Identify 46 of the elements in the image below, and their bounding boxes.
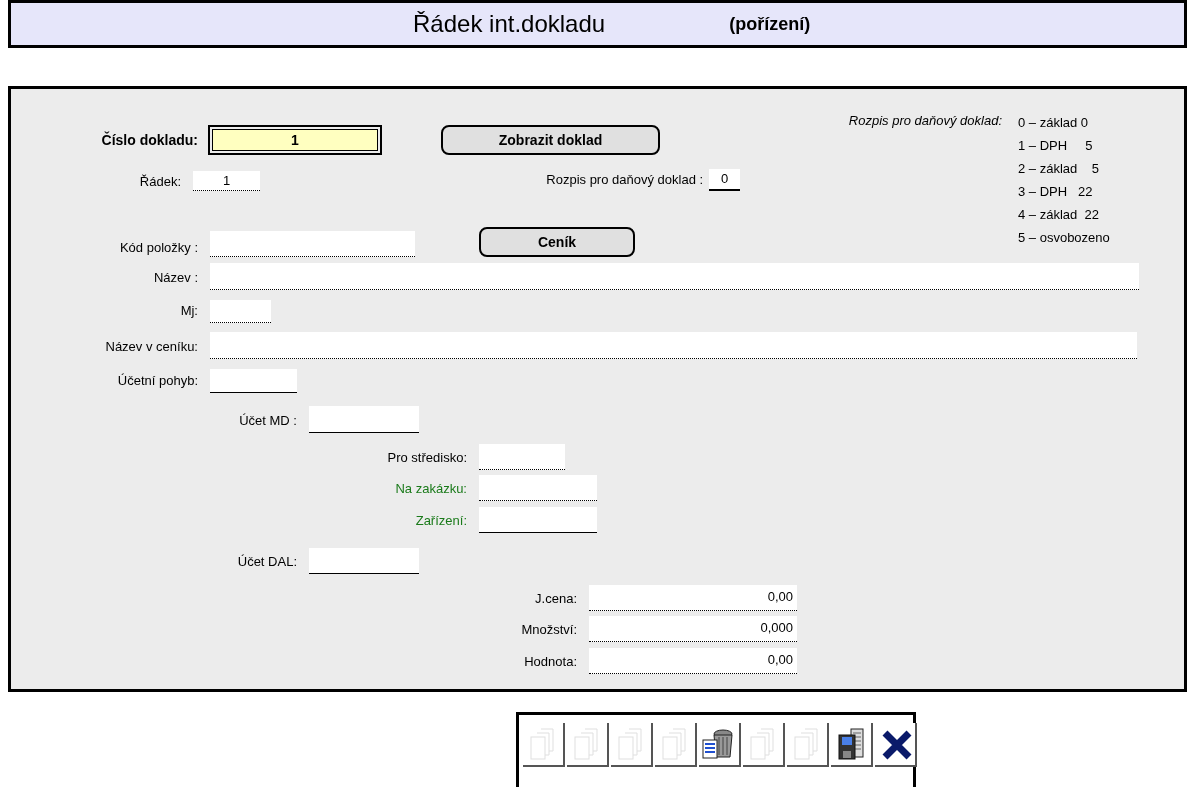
input-field[interactable] [309,406,419,433]
legend-item: 2 – základ 5 [1018,160,1100,178]
field-label: Číslo dokladu: [100,130,198,150]
input-field[interactable] [210,369,297,393]
toolbar-button[interactable] [831,723,873,767]
input-field[interactable]: 0,00 [589,585,797,611]
item-code-field[interactable] [210,231,415,257]
input-field[interactable]: 0,000 [589,616,797,642]
price-list-button[interactable]: Ceník [479,227,635,257]
field-label: Řádek: [138,172,181,191]
field-label: Rozpis pro daňový doklad : [546,170,704,189]
window-subtitle: (pořízení) [729,12,811,36]
show-document-button[interactable]: Zobrazit doklad [441,125,660,155]
field-label: Kód položky : [118,238,198,257]
input-field[interactable] [309,548,419,574]
field-label: Pro středisko: [386,448,467,467]
legend-item: 4 – základ 22 [1018,206,1100,224]
line-field[interactable]: 1 [193,171,261,191]
field-label: J.cena: [534,589,577,608]
field-label: Název v ceníku: [104,337,198,356]
input-field[interactable] [479,507,597,533]
field-label: Na zakázku: [394,479,467,498]
field-label: Hodnota: [523,652,577,671]
field-label: Účetní pohyb: [116,371,198,390]
document-number-field[interactable]: 1 [208,125,382,155]
input-field[interactable] [210,332,1137,359]
legend-title: Rozpis pro daňový doklad: [847,112,1003,130]
field-label: Množství: [520,620,577,639]
input-field[interactable] [210,263,1139,290]
window-title: Řádek int.dokladu [413,9,606,39]
field-label: Název : [152,268,198,287]
legend-item: 0 – základ 0 [1018,114,1090,132]
tax-split-field[interactable]: 0 [709,169,740,191]
input-field[interactable] [479,475,597,501]
toolbar-button[interactable] [875,723,917,767]
input-field[interactable] [479,444,565,470]
field-label: Zařízení: [414,511,467,530]
field-label: Účet DAL: [236,552,297,571]
legend-item: 3 – DPH 22 [1018,183,1094,201]
legend-item: 5 – osvobozeno [1018,229,1110,247]
legend-item: 1 – DPH 5 [1018,137,1094,155]
input-field[interactable]: 0,00 [589,648,797,674]
toolbar-button[interactable] [699,723,741,767]
field-label: Účet MD : [238,411,297,430]
field-label: Mj: [179,301,198,320]
input-field[interactable] [210,300,271,323]
